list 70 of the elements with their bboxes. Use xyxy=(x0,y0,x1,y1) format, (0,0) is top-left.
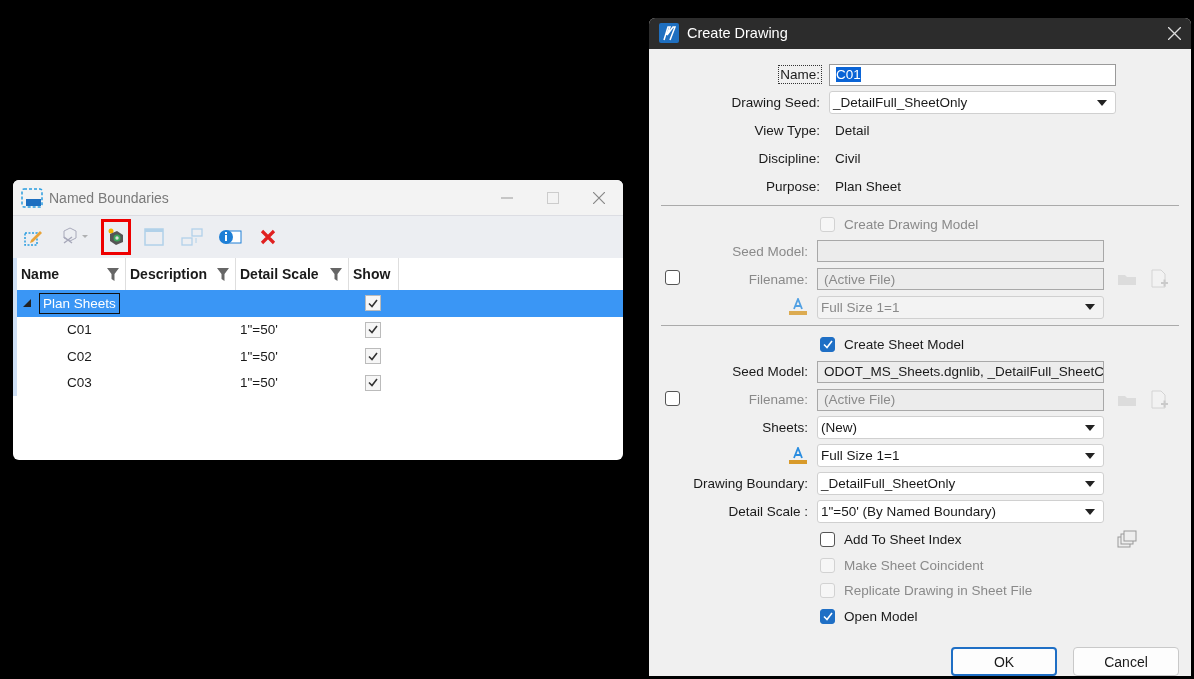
boundary-name: C01 xyxy=(66,322,92,338)
text-field[interactable]: C01 xyxy=(829,63,1116,86)
boundary-name: C03 xyxy=(66,375,92,391)
field-label: Name: xyxy=(780,67,820,82)
dropdown[interactable]: 1"=50' (By Named Boundary) xyxy=(817,500,1104,523)
detail-scale: 1"=50' xyxy=(239,348,278,364)
window-title: Named Boundaries xyxy=(49,189,170,206)
detail-scale: 1"=50' xyxy=(239,375,278,391)
checkbox-label: Create Drawing Model xyxy=(844,216,979,232)
show-checkbox[interactable] xyxy=(365,295,381,312)
text-field[interactable]: ODOT_MS_Sheets.dgnlib, _DetailFull_SheetC xyxy=(817,360,1104,383)
dropdown[interactable]: (New) xyxy=(817,416,1104,439)
expand-triangle-icon[interactable] xyxy=(23,299,31,308)
dropdown[interactable]: Full Size 1=1 xyxy=(817,444,1104,467)
dropdown-caret-icon xyxy=(1085,304,1095,310)
dropdown[interactable]: _DetailFull_SheetOnly xyxy=(817,472,1104,495)
detail-scale: 1"=50' xyxy=(239,322,278,338)
show-checkbox[interactable] xyxy=(365,321,381,338)
field-label: Drawing Seed: xyxy=(731,95,820,110)
toolbar-button[interactable] xyxy=(101,219,131,255)
checkbox-label: Open Model xyxy=(844,608,918,624)
checkbox[interactable] xyxy=(820,608,835,624)
ok-button[interactable]: OK xyxy=(951,647,1057,676)
group-name: Plan Sheets xyxy=(39,292,120,314)
filter-icon[interactable] xyxy=(107,267,119,281)
field-label: View Type: xyxy=(754,123,820,138)
frame-icon xyxy=(144,227,164,247)
boundary-name: C02 xyxy=(66,348,92,364)
move-boxes-icon xyxy=(181,227,203,247)
dropdown-caret-icon xyxy=(1085,508,1095,515)
field-value: Detail xyxy=(834,123,871,138)
filter-icon[interactable] xyxy=(330,267,342,281)
dropdown-caret-icon xyxy=(1085,424,1095,431)
field-label: Purpose: xyxy=(765,179,820,194)
annotation-scale-icon[interactable] xyxy=(788,298,808,316)
show-checkbox[interactable] xyxy=(365,348,381,365)
checkbox-label: Create Sheet Model xyxy=(844,337,965,353)
app-icon xyxy=(659,23,679,44)
delete-icon xyxy=(260,229,276,245)
annotation-scale-icon[interactable] xyxy=(788,446,808,465)
cube-tool-icon xyxy=(60,227,90,247)
checkbox[interactable] xyxy=(665,390,680,406)
field-label: Sheets: xyxy=(762,420,808,435)
show-checkbox[interactable] xyxy=(365,374,381,391)
camera-icon xyxy=(107,228,125,246)
dropdown-caret-icon xyxy=(1085,452,1095,459)
field-value: Civil xyxy=(834,151,862,166)
field-label: Seed Model: xyxy=(732,243,808,259)
field-label: Discipline: xyxy=(758,151,820,166)
checkbox-label: Add To Sheet Index xyxy=(844,531,962,547)
dialog-title: Create Drawing xyxy=(687,25,789,42)
field-label: Detail Scale : xyxy=(728,504,808,519)
checkbox[interactable] xyxy=(665,270,680,285)
checkbox[interactable] xyxy=(820,337,835,353)
cancel-button[interactable]: Cancel xyxy=(1073,647,1179,676)
field-label: Seed Model: xyxy=(732,364,808,379)
app-icon xyxy=(21,187,43,208)
checkbox-label: Make Sheet Coincident xyxy=(844,557,984,573)
dropdown-caret-icon xyxy=(1097,99,1107,106)
field-label: Drawing Boundary: xyxy=(693,476,808,491)
field-label: Filename: xyxy=(748,392,808,407)
dropdown-caret-icon xyxy=(1085,480,1095,487)
filter-icon[interactable] xyxy=(217,267,229,281)
dropdown[interactable]: _DetailFull_SheetOnly xyxy=(829,91,1116,114)
stacked-sheets-icon[interactable] xyxy=(1117,530,1137,548)
info-icon xyxy=(218,228,242,246)
field-value: Plan Sheet xyxy=(834,179,903,194)
checkbox[interactable] xyxy=(820,531,835,547)
checkbox-label: Replicate Drawing in Sheet File xyxy=(844,583,1033,599)
field-label: Filename: xyxy=(748,271,808,287)
